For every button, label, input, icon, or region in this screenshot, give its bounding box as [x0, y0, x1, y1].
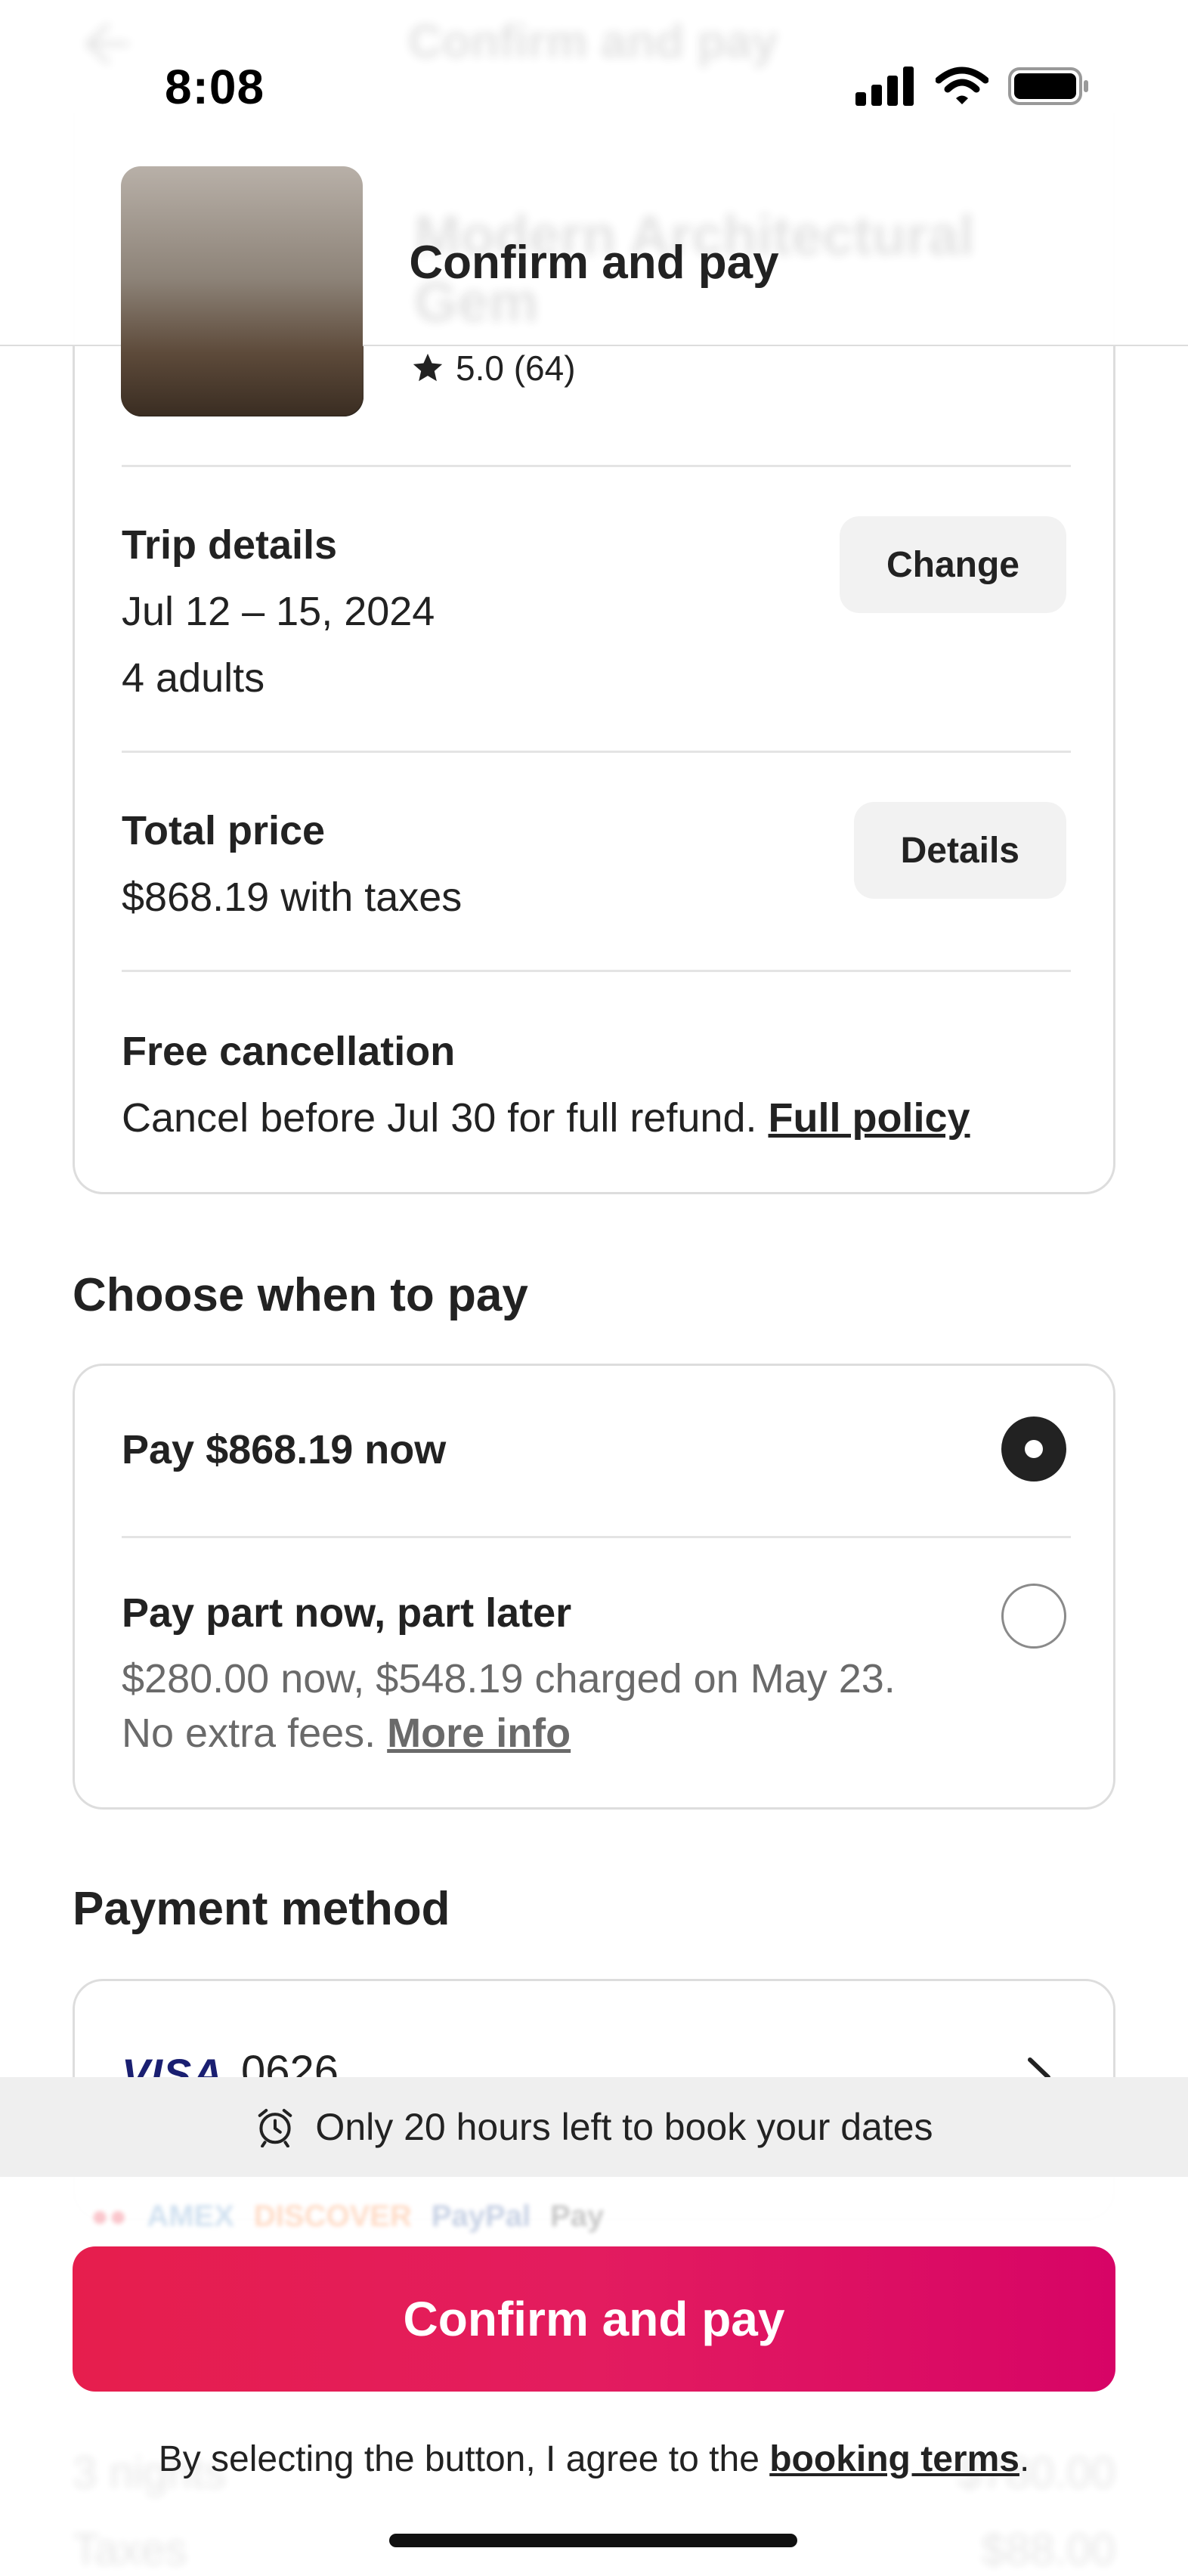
wifi-icon — [936, 67, 988, 104]
booking-terms-link[interactable]: booking terms — [769, 2439, 1019, 2479]
price-details-button[interactable]: Details — [853, 802, 1066, 899]
home-indicator[interactable] — [389, 2534, 797, 2547]
pay-partial-option[interactable]: Pay part now, part later $280.00 now, $5… — [75, 1538, 1113, 1810]
paypal-icon: PayPal — [431, 2200, 531, 2233]
amex-icon: AMEX — [147, 2200, 234, 2233]
listing-thumbnail-ghost — [121, 166, 363, 416]
pay-partial-radio[interactable] — [1001, 1584, 1066, 1649]
footer: ●● AMEX DISCOVER PayPal Pay Confirm and … — [0, 2177, 1188, 2576]
pay-full-option[interactable]: Pay $868.19 now — [75, 1366, 1113, 1536]
full-policy-link[interactable]: Full policy — [769, 1095, 970, 1141]
total-price-title: Total price — [122, 808, 326, 853]
ghost-taxes-value: $88.00 — [981, 2525, 1115, 2574]
status-bar: 8:08 — [0, 0, 1188, 174]
pay-full-radio[interactable] — [1001, 1416, 1066, 1482]
more-info-link[interactable]: More info — [387, 1711, 571, 1756]
total-price-value: $868.19 with taxes — [122, 875, 463, 920]
pay-partial-label: Pay part now, part later — [122, 1590, 572, 1636]
pay-options-card: Pay $868.19 now Pay part now, part later… — [73, 1364, 1115, 1810]
free-cancellation-title: Free cancellation — [122, 1029, 456, 1074]
status-time: 8:08 — [165, 60, 265, 114]
no-extra-fees-text: No extra fees. — [122, 1711, 376, 1756]
trip-dates: Jul 12 – 15, 2024 — [122, 589, 435, 634]
terms-suffix: . — [1019, 2439, 1030, 2479]
booking-terms-notice: By selecting the button, I agree to the … — [0, 2438, 1188, 2480]
battery-icon — [1008, 67, 1088, 105]
payment-method-title: Payment method — [73, 1883, 450, 1935]
urgency-notice-text: Only 20 hours left to book your dates — [315, 2106, 933, 2148]
accepted-cards-logos: ●● AMEX DISCOVER PayPal Pay — [91, 2200, 604, 2234]
discover-icon: DISCOVER — [253, 2200, 412, 2233]
urgency-notice-bar: Only 20 hours left to book your dates — [0, 2077, 1188, 2177]
terms-prefix: By selecting the button, I agree to the — [158, 2439, 760, 2479]
listing-rating: 5.0 (64) — [410, 348, 576, 389]
apple-pay-icon: Pay — [550, 2200, 605, 2233]
trip-guests: 4 adults — [122, 655, 265, 701]
change-trip-button[interactable]: Change — [839, 516, 1066, 613]
confirm-and-pay-button[interactable]: Confirm and pay — [73, 2246, 1115, 2392]
divider — [122, 751, 1071, 753]
pay-full-label: Pay $868.19 now — [122, 1427, 447, 1472]
page-title: Confirm and pay — [409, 237, 779, 289]
pay-partial-line2: No extra fees. More info — [122, 1706, 896, 1760]
divider — [122, 465, 1071, 467]
alarm-clock-icon — [258, 2109, 292, 2147]
cellular-signal-icon — [855, 67, 914, 106]
trip-details-title: Trip details — [122, 522, 338, 568]
pay-partial-line1: $280.00 now, $548.19 charged on May 23. — [122, 1656, 896, 1701]
choose-when-to-pay-title: Choose when to pay — [73, 1269, 528, 1321]
pay-partial-description: $280.00 now, $548.19 charged on May 23. … — [122, 1652, 896, 1760]
star-icon — [413, 353, 443, 382]
ghost-taxes-label: Taxes — [73, 2525, 187, 2574]
rating-text: 5.0 (64) — [456, 348, 576, 388]
mastercard-icon: ●● — [91, 2200, 128, 2233]
cancellation-description: Cancel before Jul 30 for full refund. — [122, 1095, 757, 1141]
divider — [122, 970, 1071, 972]
cancellation-text: Cancel before Jul 30 for full refund. Fu… — [122, 1094, 970, 1141]
status-icons — [855, 67, 1090, 106]
